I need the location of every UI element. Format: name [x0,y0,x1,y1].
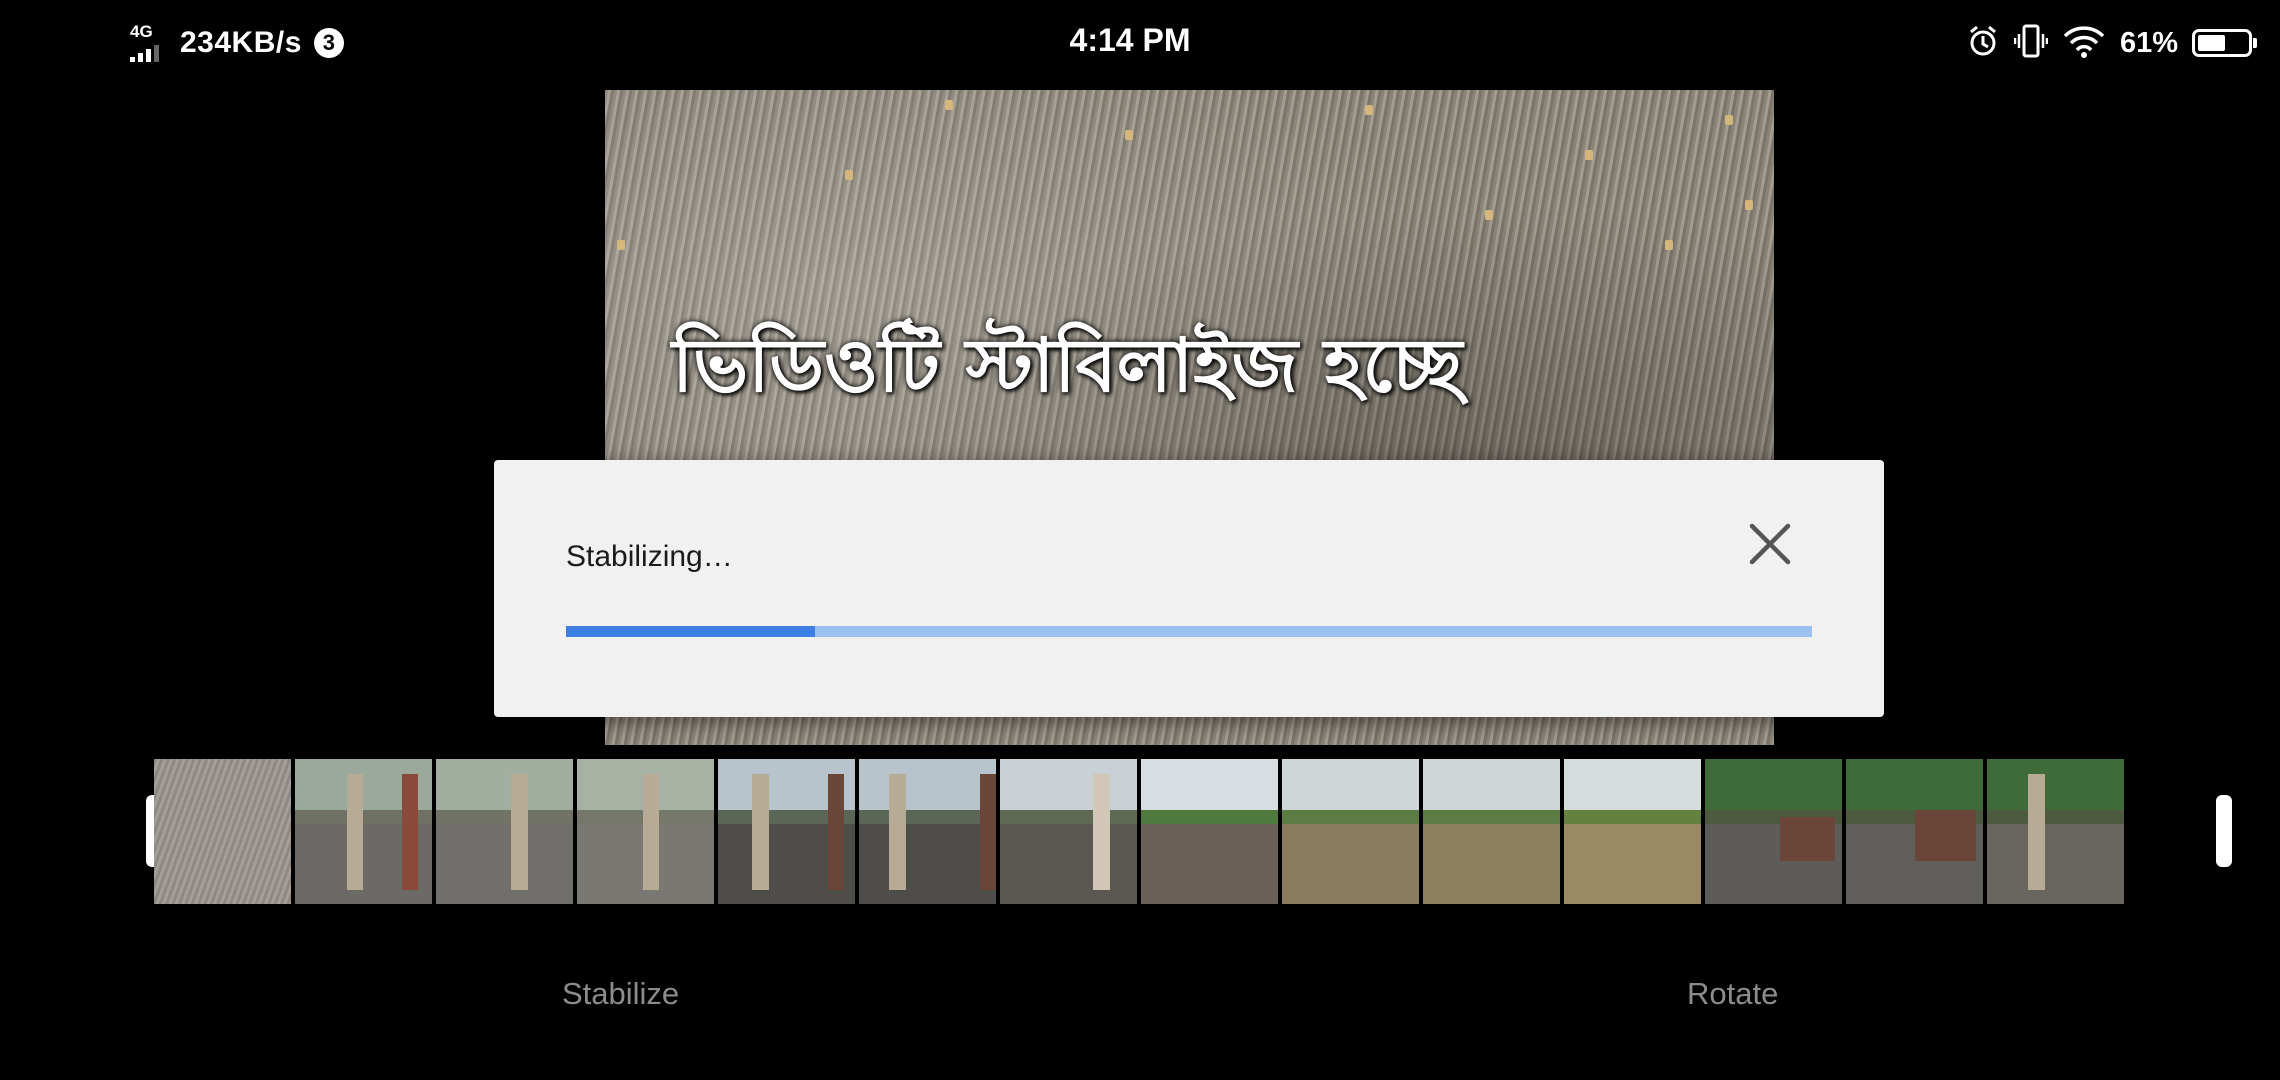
filmstrip-frame [154,759,291,904]
trim-handle-right[interactable] [2216,795,2232,867]
battery-icon [2192,29,2257,57]
alarm-icon [1966,24,2000,63]
rotate-button[interactable]: Rotate [1687,976,1778,1012]
filmstrip-frame [1141,759,1278,904]
network-speed: 234KB/s [180,26,302,59]
dialog-title: Stabilizing… [566,540,733,573]
status-right: 61% [1966,22,2257,64]
close-icon [1749,523,1791,565]
close-button[interactable] [1742,516,1798,572]
filmstrip-frame [1423,759,1560,904]
notification-badge: 3 [313,28,344,58]
status-left: 4G 234KB/s 3 [128,22,344,64]
video-caption: ভিডিওটি স্টাবিলাইজ হচ্ছে [672,323,1463,409]
filmstrip-frame [295,759,432,904]
filmstrip-frame [436,759,573,904]
battery-percent: 61% [2119,26,2178,59]
filmstrip-frame [1987,759,2124,904]
clock: 4:14 PM [1069,22,1191,58]
filmstrip-frame [1000,759,1137,904]
wifi-icon [2062,24,2106,63]
filmstrip-frame [1564,759,1701,904]
status-bar: 4G 234KB/s 3 4:14 PM 61% [0,0,2280,86]
signal-icon: 4G [128,22,168,64]
filmstrip[interactable] [154,759,2124,904]
progress-fill [566,626,816,637]
filmstrip-frame [1282,759,1419,904]
filmstrip-frame [859,759,996,904]
filmstrip-frame [577,759,714,904]
stabilize-button[interactable]: Stabilize [562,976,679,1012]
vibrate-icon [2013,23,2049,64]
progress-bar [566,626,1812,637]
filmstrip-frame [718,759,855,904]
network-type: 4G [130,22,153,41]
filmstrip-frame [1846,759,1983,904]
filmstrip-frame [1705,759,1842,904]
stabilizing-dialog: Stabilizing… [494,460,1884,717]
